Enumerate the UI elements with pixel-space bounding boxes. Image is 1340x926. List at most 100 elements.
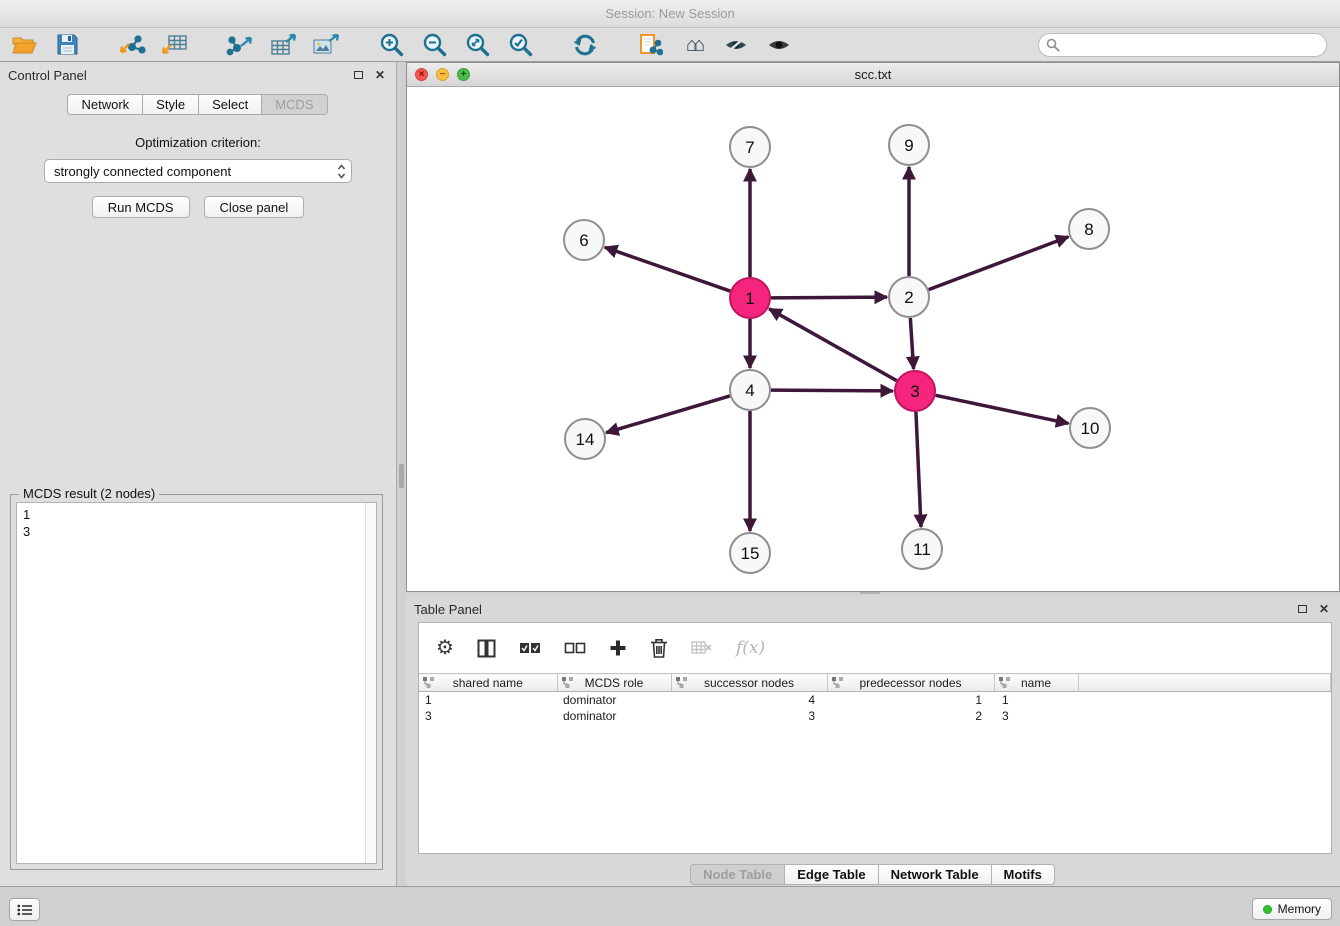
- edge-4-3[interactable]: [771, 390, 893, 391]
- hierarchy-icon: [562, 677, 573, 691]
- table-panel-title: Table Panel: [414, 602, 1288, 617]
- mcds-result-textarea[interactable]: 1 3: [16, 502, 377, 864]
- stepper-icon: [336, 163, 347, 183]
- node-label: 14: [576, 430, 595, 449]
- zoom-window-icon[interactable]: +: [457, 68, 470, 81]
- function-builder-icon[interactable]: f(x): [736, 638, 765, 658]
- tab-select[interactable]: Select: [198, 94, 262, 115]
- memory-button[interactable]: Memory: [1252, 898, 1332, 920]
- table-cell: 4: [671, 692, 827, 708]
- zoom-fit-icon[interactable]: [463, 30, 491, 60]
- close-window-icon[interactable]: ×: [415, 68, 428, 81]
- add-column-icon[interactable]: [609, 639, 627, 657]
- home-icon[interactable]: ⌂⌂: [679, 30, 707, 60]
- hierarchy-icon: [999, 677, 1010, 691]
- table-settings-icon[interactable]: ⚙: [436, 638, 454, 658]
- edge-3-10[interactable]: [936, 395, 1069, 423]
- zoom-selected-icon[interactable]: [506, 30, 534, 60]
- refresh-view-icon[interactable]: [571, 30, 599, 60]
- table-cell: 2: [827, 708, 994, 724]
- save-session-icon[interactable]: [53, 30, 81, 60]
- close-panel-icon[interactable]: ✕: [372, 67, 388, 83]
- mcds-result-groupbox: MCDS result (2 nodes) 1 3: [10, 494, 383, 870]
- node-4[interactable]: 4: [730, 370, 770, 410]
- task-history-button[interactable]: [9, 898, 40, 921]
- node-11[interactable]: 11: [902, 529, 942, 569]
- window-title: Session: New Session: [605, 6, 734, 21]
- minimize-window-icon[interactable]: −: [436, 68, 449, 81]
- zoom-out-icon[interactable]: [420, 30, 448, 60]
- hide-selected-icon[interactable]: [722, 30, 750, 60]
- export-table-icon[interactable]: [269, 30, 297, 60]
- hierarchy-icon: [423, 677, 434, 691]
- tab-motifs[interactable]: Motifs: [991, 864, 1055, 885]
- run-mcds-button[interactable]: Run MCDS: [92, 196, 190, 218]
- node-14[interactable]: 14: [565, 419, 605, 459]
- float-table-panel-icon[interactable]: [1294, 601, 1310, 617]
- tab-mcds[interactable]: MCDS: [261, 94, 327, 115]
- node-15[interactable]: 15: [730, 533, 770, 573]
- tab-node-table[interactable]: Node Table: [690, 864, 785, 885]
- node-2[interactable]: 2: [889, 277, 929, 317]
- export-image-icon[interactable]: [312, 30, 340, 60]
- edge-1-2[interactable]: [771, 297, 887, 298]
- column-header-mcds-role[interactable]: MCDS role: [557, 674, 671, 692]
- network-view[interactable]: 7 9 6 8 1 2 4 3 10 14 15 11: [407, 87, 1339, 591]
- table-cell: dominator: [557, 708, 671, 724]
- close-table-panel-icon[interactable]: ✕: [1316, 601, 1332, 617]
- deselect-all-rows-icon[interactable]: [564, 641, 586, 655]
- select-all-rows-icon[interactable]: [519, 641, 541, 655]
- control-panel-header: Control Panel ✕: [0, 62, 396, 88]
- table-cell: 3: [994, 708, 1078, 724]
- zoom-in-icon[interactable]: [377, 30, 405, 60]
- column-header-successor-nodes[interactable]: successor nodes: [671, 674, 827, 692]
- edge-3-11[interactable]: [916, 412, 921, 527]
- node-6[interactable]: 6: [564, 220, 604, 260]
- column-header-shared-name[interactable]: shared name: [419, 674, 557, 692]
- open-session-icon[interactable]: [10, 30, 38, 60]
- import-network-from-file-icon[interactable]: [118, 30, 146, 60]
- clone-network-icon[interactable]: [636, 30, 664, 60]
- edge-3-1[interactable]: [769, 309, 897, 381]
- table-row[interactable]: 1dominator411: [419, 692, 1331, 708]
- edge-1-6[interactable]: [605, 247, 730, 291]
- edge-2-8[interactable]: [929, 237, 1069, 290]
- node-label: 10: [1081, 419, 1100, 438]
- result-scrollbar[interactable]: [365, 503, 376, 863]
- status-bar: Memory: [0, 886, 1340, 926]
- close-panel-button[interactable]: Close panel: [204, 196, 305, 218]
- network-window-title: scc.txt: [407, 67, 1339, 82]
- show-all-icon[interactable]: [765, 30, 793, 60]
- column-header-name[interactable]: name: [994, 674, 1078, 692]
- node-10[interactable]: 10: [1070, 408, 1110, 448]
- column-visibility-icon[interactable]: [477, 639, 496, 658]
- tab-network[interactable]: Network: [67, 94, 143, 115]
- criterion-select[interactable]: strongly connected component: [44, 159, 352, 183]
- tab-edge-table[interactable]: Edge Table: [784, 864, 878, 885]
- panel-splitter[interactable]: [397, 62, 406, 886]
- splitter-handle[interactable]: [399, 464, 404, 488]
- tab-network-table[interactable]: Network Table: [878, 864, 992, 885]
- tab-style[interactable]: Style: [142, 94, 199, 115]
- edge-2-3[interactable]: [910, 318, 913, 369]
- search-input[interactable]: [1038, 33, 1327, 57]
- application-window: Session: New Session: [0, 0, 1340, 926]
- column-header-predecessor-nodes[interactable]: predecessor nodes: [827, 674, 994, 692]
- edge-4-14[interactable]: [606, 396, 730, 433]
- table-row[interactable]: 3dominator323: [419, 708, 1331, 724]
- node-7[interactable]: 7: [730, 127, 770, 167]
- node-8[interactable]: 8: [1069, 209, 1109, 249]
- criterion-value: strongly connected component: [54, 164, 231, 179]
- delete-table-icon[interactable]: [691, 640, 713, 656]
- export-network-icon[interactable]: [226, 30, 254, 60]
- node-label: 2: [904, 288, 913, 307]
- network-canvas[interactable]: 7 9 6 8 1 2 4 3 10 14 15 11: [407, 87, 1339, 591]
- float-panel-icon[interactable]: [350, 67, 366, 83]
- delete-column-icon[interactable]: [650, 638, 668, 658]
- node-3[interactable]: 3: [895, 371, 935, 411]
- node-label: 8: [1084, 220, 1093, 239]
- import-table-from-file-icon[interactable]: [161, 30, 189, 60]
- node-1[interactable]: 1: [730, 278, 770, 318]
- search-box[interactable]: [1038, 33, 1327, 57]
- node-9[interactable]: 9: [889, 125, 929, 165]
